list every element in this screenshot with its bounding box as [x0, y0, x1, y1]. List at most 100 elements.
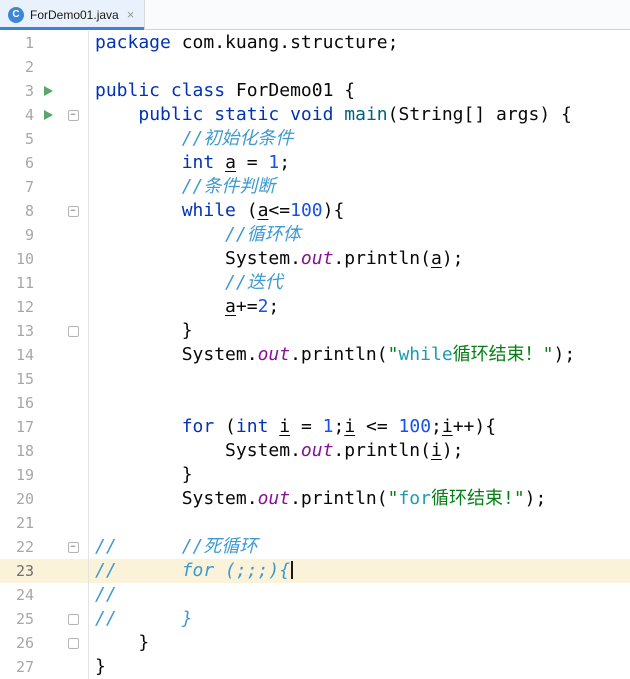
code-text[interactable]: //条件判断 — [89, 175, 630, 199]
code-line[interactable]: 20 System.out.println("for循环结束!"); — [0, 487, 630, 511]
gutter[interactable]: 19 — [0, 463, 89, 487]
code-text[interactable] — [89, 55, 630, 79]
gutter[interactable]: 21 — [0, 511, 89, 535]
code-line[interactable]: 15 — [0, 367, 630, 391]
code-line[interactable]: 3 public class ForDemo01 { — [0, 79, 630, 103]
code-line[interactable]: 6 int a = 1; — [0, 151, 630, 175]
code-line[interactable]: 21 — [0, 511, 630, 535]
fold-end-icon[interactable] — [67, 637, 79, 649]
code-line[interactable]: 26 } — [0, 631, 630, 655]
code-line[interactable]: 22 − // //死循环 — [0, 535, 630, 559]
gutter[interactable]: 6 — [0, 151, 89, 175]
line-number[interactable]: 5 — [0, 127, 34, 151]
gutter[interactable]: 25 — [0, 607, 89, 631]
fold-collapse-icon[interactable]: − — [67, 541, 79, 553]
gutter[interactable]: 15 — [0, 367, 89, 391]
fold-end-icon[interactable] — [67, 325, 79, 337]
line-number[interactable]: 17 — [0, 415, 34, 439]
code-line[interactable]: 10 System.out.println(a); — [0, 247, 630, 271]
run-button[interactable] — [34, 110, 62, 120]
line-number[interactable]: 19 — [0, 463, 34, 487]
fold-marker-slot[interactable] — [62, 613, 84, 625]
line-number[interactable]: 2 — [0, 55, 34, 79]
gutter[interactable]: 1 — [0, 31, 89, 55]
gutter[interactable]: 23 — [0, 559, 89, 583]
code-text[interactable]: //循环体 — [89, 223, 630, 247]
line-number[interactable]: 4 — [0, 103, 34, 127]
code-line[interactable]: 14 System.out.println("while循环结束！"); — [0, 343, 630, 367]
fold-collapse-icon[interactable]: − — [67, 205, 79, 217]
code-text[interactable]: // } — [89, 607, 630, 631]
gutter[interactable]: 26 — [0, 631, 89, 655]
gutter[interactable]: 20 — [0, 487, 89, 511]
line-number[interactable]: 16 — [0, 391, 34, 415]
fold-end-icon[interactable] — [67, 613, 79, 625]
code-text[interactable]: public class ForDemo01 { — [89, 79, 630, 103]
gutter[interactable]: 8− — [0, 199, 89, 223]
run-button[interactable] — [34, 86, 62, 96]
gutter[interactable]: 12 — [0, 295, 89, 319]
code-text[interactable]: System.out.println("for循环结束!"); — [89, 487, 630, 511]
gutter[interactable]: 24 — [0, 583, 89, 607]
code-text[interactable]: // — [89, 583, 630, 607]
code-text[interactable]: for (int i = 1;i <= 100;i++){ — [89, 415, 630, 439]
gutter[interactable]: 18 — [0, 439, 89, 463]
line-number[interactable]: 26 — [0, 631, 34, 655]
gutter[interactable]: 17 — [0, 415, 89, 439]
fold-marker-slot[interactable]: − — [62, 205, 84, 217]
line-number[interactable]: 15 — [0, 367, 34, 391]
line-number[interactable]: 13 — [0, 319, 34, 343]
code-line[interactable]: 11 //迭代 — [0, 271, 630, 295]
code-text[interactable]: int a = 1; — [89, 151, 630, 175]
line-number[interactable]: 10 — [0, 247, 34, 271]
code-text[interactable]: public static void main(String[] args) { — [89, 103, 630, 127]
line-number[interactable]: 9 — [0, 223, 34, 247]
code-line[interactable]: 8− while (a<=100){ — [0, 199, 630, 223]
gutter[interactable]: 27 — [0, 655, 89, 679]
fold-marker-slot[interactable] — [62, 637, 84, 649]
code-line[interactable]: 9 //循环体 — [0, 223, 630, 247]
code-line[interactable]: 19 } — [0, 463, 630, 487]
gutter[interactable]: 9 — [0, 223, 89, 247]
gutter[interactable]: 22 − — [0, 535, 89, 559]
line-number[interactable]: 14 — [0, 343, 34, 367]
code-text[interactable]: //初始化条件 — [89, 127, 630, 151]
line-number[interactable]: 24 — [0, 583, 34, 607]
run-icon[interactable] — [43, 110, 53, 120]
gutter[interactable]: 5 — [0, 127, 89, 151]
code-text[interactable]: } — [89, 319, 630, 343]
code-line[interactable]: 5 //初始化条件 — [0, 127, 630, 151]
code-line[interactable]: 27} — [0, 655, 630, 679]
code-text[interactable]: //迭代 — [89, 271, 630, 295]
code-line[interactable]: 24 // — [0, 583, 630, 607]
gutter[interactable]: 10 — [0, 247, 89, 271]
code-text[interactable]: } — [89, 655, 630, 679]
fold-marker-slot[interactable]: − — [62, 109, 84, 121]
code-line-current[interactable]: 23 // for (;;;){ — [0, 559, 630, 583]
code-text[interactable]: a+=2; — [89, 295, 630, 319]
gutter[interactable]: 16 — [0, 391, 89, 415]
line-number[interactable]: 6 — [0, 151, 34, 175]
gutter[interactable]: 13 — [0, 319, 89, 343]
fold-marker-slot[interactable]: − — [62, 541, 84, 553]
tab-close-icon[interactable]: × — [127, 8, 135, 21]
code-editor[interactable]: 1 package com.kuang.structure; 2 3 public cl… — [0, 30, 630, 679]
line-number[interactable]: 22 — [0, 535, 34, 559]
line-number[interactable]: 20 — [0, 487, 34, 511]
code-text[interactable]: package com.kuang.structure; — [89, 31, 630, 55]
gutter[interactable]: 3 — [0, 79, 89, 103]
line-number[interactable]: 25 — [0, 607, 34, 631]
code-text[interactable]: // //死循环 — [89, 535, 630, 559]
fold-collapse-icon[interactable]: − — [67, 109, 79, 121]
line-number[interactable]: 27 — [0, 655, 34, 679]
code-line[interactable]: 4− public static void main(String[] args… — [0, 103, 630, 127]
line-number[interactable]: 7 — [0, 175, 34, 199]
fold-marker-slot[interactable] — [62, 325, 84, 337]
gutter[interactable]: 4− — [0, 103, 89, 127]
code-line[interactable]: 12 a+=2; — [0, 295, 630, 319]
code-line[interactable]: 18 System.out.println(i); — [0, 439, 630, 463]
gutter[interactable]: 11 — [0, 271, 89, 295]
line-number[interactable]: 23 — [0, 559, 34, 583]
code-line[interactable]: 13 } — [0, 319, 630, 343]
line-number[interactable]: 18 — [0, 439, 34, 463]
